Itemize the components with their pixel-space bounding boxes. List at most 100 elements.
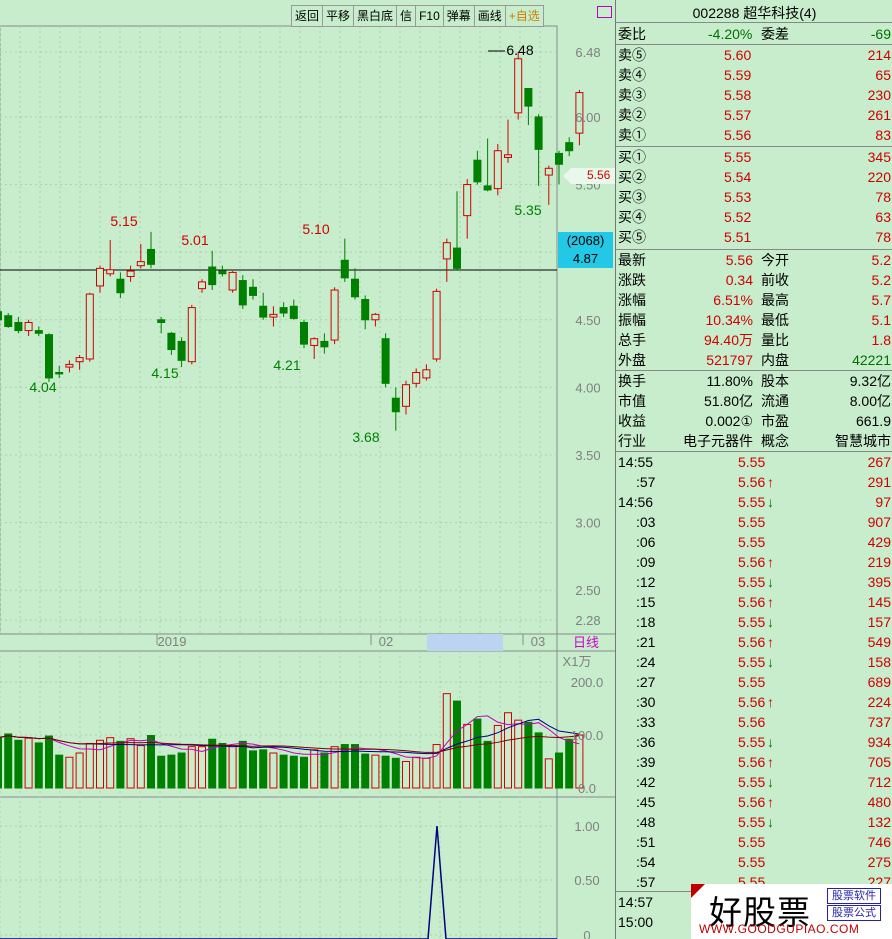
tick-price: 5.55 <box>738 614 766 630</box>
volume-bar <box>96 739 104 789</box>
stat-value: 94.40万 <box>703 332 753 348</box>
draw-line-button[interactable]: 画线 <box>475 6 506 26</box>
tick-price: 5.55 <box>738 814 766 830</box>
info-button[interactable]: 信 <box>397 6 417 26</box>
danmaku-button[interactable]: 弹幕 <box>444 6 475 26</box>
indicator-line <box>0 825 557 939</box>
tick-price: 5.55 <box>738 534 766 550</box>
period-label: 日线 <box>573 635 599 650</box>
bid-volume: 220 <box>867 169 891 185</box>
volume-bar <box>300 756 308 789</box>
candle-body <box>249 286 257 296</box>
price-tick-label: 2.50 <box>575 583 600 598</box>
stock-title[interactable]: 002288 超华科技(4) <box>616 3 892 23</box>
volume-unit-label: X1万 <box>563 654 592 669</box>
tick-price: 5.56 <box>738 794 766 810</box>
pan-button[interactable]: 平移 <box>323 6 355 26</box>
tick-row: :03 5.55 907 <box>616 512 892 532</box>
tick-volume: 275 <box>867 854 891 870</box>
tick-volume: 746 <box>867 834 891 850</box>
volume-bar <box>565 738 574 789</box>
chart-toolbar: 返回 平移 黑白底 信 F10 弹幕 画线 +自选 <box>291 5 544 27</box>
fund-label: 市值 <box>618 393 646 409</box>
stat-label: 涨幅 <box>618 292 646 308</box>
kline-chart[interactable]: 6.486.005.505.004.504.003.503.002.502.28… <box>0 0 615 939</box>
indicator-tick-label: 1.00 <box>574 819 599 834</box>
fund-label: 流通 <box>761 393 789 409</box>
tick-arrow: ↑ <box>767 474 774 490</box>
tick-time: 14:55 <box>618 454 654 470</box>
tick-arrow: ↑ <box>767 634 774 650</box>
tick-arrow: ↓ <box>767 614 774 630</box>
f10-button[interactable]: F10 <box>416 6 444 26</box>
tick-row: :36 5.55 ↓ 934 <box>616 732 892 752</box>
tick-volume: 145 <box>867 594 891 610</box>
candle-body <box>106 269 115 275</box>
ask-label: 卖③ <box>618 87 646 103</box>
tick-row: :18 5.55 ↓ 157 <box>616 612 892 632</box>
tick-price: 5.55 <box>738 734 766 750</box>
stat-value: 5.1 <box>871 312 891 328</box>
bid-volume: 345 <box>867 149 891 165</box>
stats-row: 外盘 521797 内盘 42221 <box>616 350 892 370</box>
volume-bar <box>198 746 206 789</box>
candle-body <box>504 154 512 158</box>
candle-body <box>381 338 390 384</box>
tick-time: :33 <box>636 714 656 730</box>
stat-label: 今开 <box>761 252 789 268</box>
crosshair-price-box: (2068) 4.87 <box>558 232 613 268</box>
tick-time: :48 <box>636 814 656 830</box>
bid-volume: 63 <box>875 209 891 225</box>
tick-arrow: ↑ <box>767 754 774 770</box>
tick-row: :21 5.56 ↑ 549 <box>616 632 892 652</box>
ask-volume: 214 <box>867 47 891 63</box>
fund-value: 电子元器件 <box>683 433 753 449</box>
volume-bar <box>55 754 64 789</box>
ask-row: 卖⑤ 5.60 214 <box>616 45 892 65</box>
back-button[interactable]: 返回 <box>292 6 324 26</box>
tick-volume: 224 <box>867 694 891 710</box>
bid-label: 买③ <box>618 189 646 205</box>
bid-price: 5.53 <box>724 189 752 205</box>
ask-label: 卖⑤ <box>618 47 646 63</box>
tick-volume: 267 <box>867 454 891 470</box>
black-white-button[interactable]: 黑白底 <box>354 6 398 26</box>
volume-bar <box>167 754 176 789</box>
tick-row: :39 5.56 ↑ 705 <box>616 752 892 772</box>
tick-volume: 132 <box>867 814 891 830</box>
volume-bar <box>0 737 2 789</box>
volume-bar <box>136 745 145 789</box>
candle-body <box>463 184 472 217</box>
candle-body <box>544 167 553 176</box>
candle-body <box>4 315 13 328</box>
stat-label: 内盘 <box>761 352 789 368</box>
tick-price: 5.55 <box>738 494 766 510</box>
volume-bar <box>279 754 288 789</box>
tick-time: :09 <box>636 554 656 570</box>
candle-body <box>371 313 380 321</box>
price-tick-label: 3.00 <box>575 516 600 531</box>
stat-label: 量比 <box>761 332 789 348</box>
tick-arrow: ↑ <box>767 594 774 610</box>
tick-price: 5.56 <box>738 634 766 650</box>
tick-row: :57 5.56 ↑ 291 <box>616 472 892 492</box>
add-watchlist-button[interactable]: +自选 <box>506 6 543 26</box>
tick-price: 5.55 <box>738 654 766 670</box>
stat-value: 5.56 <box>725 252 753 268</box>
candlestick-series <box>0 52 584 431</box>
last-price-flag: 5.56 <box>563 167 615 185</box>
tick-volume: 705 <box>867 754 891 770</box>
candle-body <box>534 116 543 150</box>
ask-volume: 83 <box>875 127 891 143</box>
stat-value: 0.34 <box>725 272 753 288</box>
fund-label: 概念 <box>761 433 789 449</box>
price-tick-label: 2.28 <box>575 613 600 628</box>
ask-price: 5.60 <box>724 47 752 63</box>
volume-bar <box>473 718 482 789</box>
volume-bar <box>4 733 13 789</box>
tick-price: 5.55 <box>738 514 766 530</box>
tick-volume: 97 <box>875 494 891 510</box>
volume-bar <box>371 754 380 789</box>
tick-volume: 712 <box>867 774 891 790</box>
window-toggle-icon[interactable] <box>597 6 612 18</box>
